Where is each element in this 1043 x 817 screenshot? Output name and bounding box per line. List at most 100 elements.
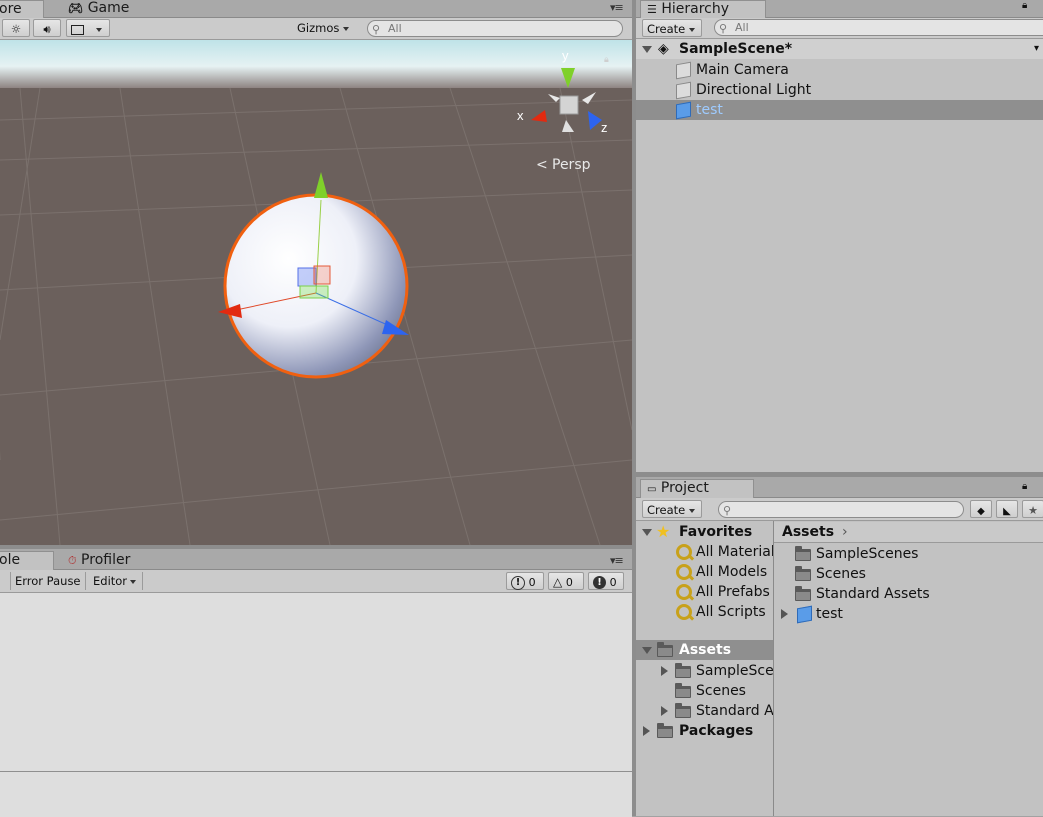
warning-icon: △ (553, 575, 563, 589)
packages-row[interactable]: Packages (636, 721, 773, 741)
assets-tree-item-scenes[interactable]: Scenes (636, 681, 773, 701)
breadcrumb-assets[interactable]: Assets (782, 522, 834, 542)
hierarchy-search-input[interactable]: ⚲ All (714, 19, 1043, 36)
game-icon: 🎮︎ (68, 1, 84, 15)
hierarchy-item-main-camera[interactable]: Main Camera (636, 60, 1043, 80)
gameobject-icon (676, 61, 691, 80)
favorites-star-button[interactable]: ★ (1022, 500, 1043, 518)
tab-project-label: Project (660, 480, 709, 496)
favorites-label: Favorites (679, 524, 753, 540)
tab-game[interactable]: 🎮︎ Game (62, 0, 135, 17)
favorites-row[interactable]: ★ Favorites (636, 522, 773, 542)
assets-root-row[interactable]: Assets (636, 640, 773, 660)
speaker-icon: 🔊︎ (43, 22, 51, 36)
audio-toggle-button[interactable]: 🔊︎ (33, 19, 61, 37)
folder-tab-icon: ▭ (647, 484, 657, 495)
search-by-label-button[interactable]: ◣ (996, 500, 1018, 518)
chevron-down-icon (343, 26, 350, 31)
scene-toolbar: ☼ 🔊︎ Gizmos ⚲ All (0, 18, 632, 40)
expand-arrow-icon[interactable] (642, 647, 652, 654)
project-search-input[interactable]: ⚲ (718, 501, 964, 518)
hierarchy-item-test[interactable]: test (636, 100, 1043, 120)
lighting-toggle-button[interactable]: ☼ (2, 19, 30, 37)
gameobject-icon (676, 81, 691, 100)
assets-tree-label: Standard Assets (696, 703, 773, 719)
hierarchy-search-placeholder: All (735, 21, 749, 34)
tab-scene[interactable]: ore (0, 0, 44, 18)
search-icon: ⚲ (719, 22, 728, 35)
folder-icon (675, 703, 691, 718)
asset-item-label: test (816, 606, 843, 622)
expand-arrow-icon[interactable] (781, 609, 788, 619)
panel-menu-icon[interactable]: ▾≡ (610, 554, 624, 567)
lock-icon[interactable]: 🔒︎ (1022, 0, 1027, 11)
error-toggle[interactable]: ! 0 (588, 572, 624, 590)
scene-search-input[interactable]: ⚲ All (367, 20, 623, 37)
tab-profiler[interactable]: ⏱︎ Profiler (62, 552, 136, 569)
info-toggle[interactable]: ! 0 (506, 572, 544, 590)
stopwatch-icon: ⏱︎ (68, 554, 77, 567)
star-icon: ★ (656, 522, 671, 541)
assets-tree-label: Scenes (696, 683, 746, 699)
expand-arrow-icon[interactable] (661, 666, 668, 676)
console-toolbar: Error Pause Editor ! 0 △ 0 ! 0 (0, 570, 632, 593)
projection-label[interactable]: Persp (552, 157, 591, 173)
console-detail-area[interactable] (0, 771, 632, 817)
hierarchy-create-button[interactable]: Create (642, 19, 702, 37)
chevron-down-icon (130, 579, 137, 584)
tab-console[interactable]: ole (0, 551, 54, 570)
effects-toggle-button[interactable] (66, 19, 110, 37)
asset-item-test[interactable]: test (774, 604, 1043, 624)
favorites-item-label: All Materials (696, 544, 773, 560)
console-log-area[interactable] (0, 593, 632, 771)
assets-tree-item-samplescenes[interactable]: SampleScenes (636, 661, 773, 681)
gizmos-label: Gizmos (297, 21, 340, 35)
scene-search-placeholder: All (388, 22, 402, 35)
tab-game-label: Game (87, 0, 130, 16)
search-by-type-button[interactable]: ◆ (970, 500, 992, 518)
editor-dropdown[interactable]: Editor (89, 572, 143, 590)
favorites-item-prefabs[interactable]: All Prefabs (636, 582, 773, 602)
warning-toggle[interactable]: △ 0 (548, 572, 584, 590)
folder-icon (675, 663, 691, 678)
expand-arrow-icon[interactable] (642, 46, 652, 53)
expand-arrow-icon[interactable] (643, 726, 650, 736)
scene-tab-bar: ore 🎮︎ Game ▾≡ (0, 0, 632, 18)
tab-project[interactable]: ▭ Project (640, 479, 754, 498)
gizmos-dropdown[interactable]: Gizmos (293, 19, 355, 37)
favorites-item-materials[interactable]: All Materials (636, 542, 773, 562)
panel-menu-icon[interactable]: ▾≡ (610, 1, 624, 14)
error-pause-button[interactable]: Error Pause (10, 572, 86, 590)
saved-search-icon (676, 604, 692, 620)
asset-item-samplescenes[interactable]: SampleScenes (774, 544, 1043, 564)
asset-item-scenes[interactable]: Scenes (774, 564, 1043, 584)
favorites-item-scripts[interactable]: All Scripts (636, 602, 773, 622)
expand-arrow-icon[interactable] (642, 529, 652, 536)
tab-hierarchy[interactable]: ☰ Hierarchy (640, 0, 766, 18)
project-assets-pane: Assets › SampleScenes Scenes Standard As… (774, 521, 1043, 816)
hierarchy-item-directional-light[interactable]: Directional Light (636, 80, 1043, 100)
saved-search-icon (676, 584, 692, 600)
project-create-label: Create (647, 503, 686, 517)
search-icon: ⚲ (723, 504, 732, 517)
saved-search-icon (676, 544, 692, 560)
scene-root-row[interactable]: ◈ SampleScene* ▾ (636, 39, 1043, 59)
hierarchy-tab-bar: ☰ Hierarchy 🔒︎ (636, 0, 1043, 18)
hierarchy-toolbar: Create ⚲ All (636, 18, 1043, 39)
chevron-down-icon (689, 27, 696, 32)
lock-icon[interactable]: 🔒︎ (604, 55, 609, 65)
lock-icon[interactable]: 🔒︎ (1022, 481, 1027, 492)
saved-search-icon (676, 564, 692, 580)
scene-menu-icon[interactable]: ▾ (1034, 39, 1039, 59)
prefab-icon (676, 101, 691, 120)
expand-arrow-icon[interactable] (661, 706, 668, 716)
favorites-item-label: All Models (696, 564, 768, 580)
project-create-button[interactable]: Create (642, 500, 702, 518)
scene-viewport[interactable]: y x z 🔒︎ < Persp (0, 40, 632, 545)
favorites-item-models[interactable]: All Models (636, 562, 773, 582)
folder-icon (675, 683, 691, 698)
asset-item-label: Standard Assets (816, 586, 930, 602)
packages-label: Packages (679, 723, 754, 739)
asset-item-standard-assets[interactable]: Standard Assets (774, 584, 1043, 604)
assets-tree-item-standard-assets[interactable]: Standard Assets (636, 701, 773, 721)
